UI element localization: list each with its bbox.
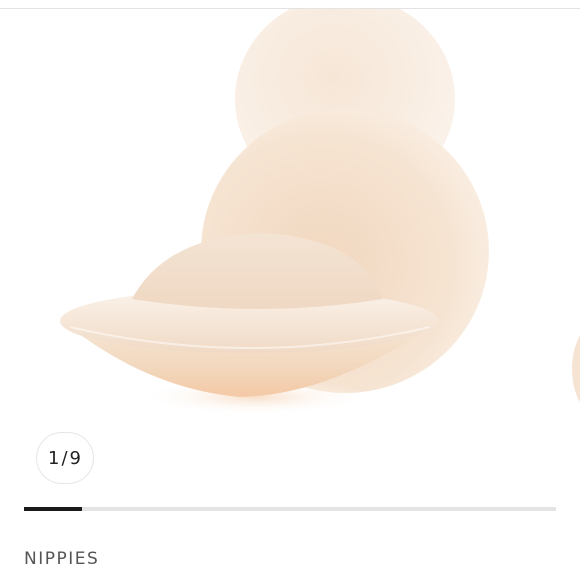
gallery-progress-bar[interactable] xyxy=(24,507,556,511)
product-image[interactable] xyxy=(0,9,580,491)
image-counter-total: 9 xyxy=(69,447,82,469)
product-brand[interactable]: NIPPIES xyxy=(24,549,99,569)
image-counter-current: 1 xyxy=(48,447,61,469)
image-counter: 1/9 xyxy=(36,432,94,484)
gallery-progress-fill xyxy=(24,507,82,511)
next-image-peek xyxy=(572,335,580,403)
image-counter-separator: / xyxy=(61,447,69,469)
product-image-gallery[interactable]: 1/9 xyxy=(0,9,580,491)
